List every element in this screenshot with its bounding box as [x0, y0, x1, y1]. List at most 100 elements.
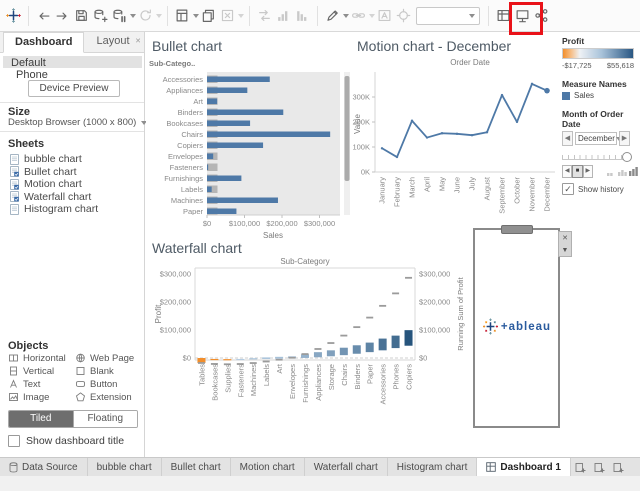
sheet-tab-histogram-chart[interactable]: Histogram chart — [388, 458, 478, 476]
measure-entry[interactable]: Sales — [562, 91, 638, 100]
bullet-bar-art[interactable] — [207, 99, 217, 105]
data-point-september[interactable] — [501, 94, 503, 96]
object-button[interactable]: Button — [75, 378, 117, 390]
clear-sheet-button[interactable] — [218, 3, 237, 29]
bullet-bar-fasteners[interactable] — [207, 165, 208, 171]
size-dropdown[interactable]: Desktop Browser (1000 x 800) — [8, 117, 147, 128]
swap-rows-columns-button[interactable] — [255, 3, 274, 29]
month-prev-button[interactable]: ◀ — [562, 131, 573, 146]
running-sum-mark[interactable] — [250, 362, 257, 364]
waterfall-bar-machines[interactable] — [249, 358, 257, 359]
data-point-may[interactable] — [441, 132, 443, 134]
new-worksheet-tab-button[interactable] — [571, 458, 590, 476]
mark-labels-button[interactable] — [375, 3, 394, 29]
running-sum-mark[interactable] — [302, 353, 309, 355]
chevron-down-icon[interactable]: ▼ — [562, 247, 569, 254]
device-item-phone[interactable]: Phone — [3, 68, 142, 80]
object-blank[interactable]: Blank — [75, 365, 114, 377]
waterfall-bar-supplies[interactable] — [223, 359, 231, 360]
duplicate-sheet-button[interactable] — [199, 3, 218, 29]
waterfall-bar-appliances[interactable] — [314, 352, 322, 357]
save-button[interactable] — [72, 3, 91, 29]
object-image[interactable]: Image — [8, 391, 49, 403]
waterfall-bar-accessories[interactable] — [379, 339, 387, 351]
object-horizontal[interactable]: Horizontal — [8, 352, 66, 364]
floating-button[interactable]: Floating — [73, 411, 138, 427]
bullet-bar-envelopes[interactable] — [207, 154, 213, 160]
running-sum-mark[interactable] — [340, 335, 347, 337]
redo-button[interactable] — [53, 3, 72, 29]
show-dashboard-title-checkbox[interactable] — [8, 435, 20, 447]
bullet-bar-accessories[interactable] — [207, 77, 270, 83]
bullet-bar-copiers[interactable] — [207, 143, 263, 149]
sheet-item-waterfall-chart[interactable]: Waterfall chart — [10, 191, 91, 203]
bullet-bar-appliances[interactable] — [207, 88, 247, 94]
running-sum-mark[interactable] — [379, 305, 386, 307]
undo-button[interactable] — [34, 3, 53, 29]
month-next-button[interactable]: ▶ — [619, 131, 630, 146]
bullet-bar-bookcases[interactable] — [207, 121, 250, 127]
running-sum-mark[interactable] — [327, 342, 334, 344]
data-point-january[interactable] — [381, 147, 383, 149]
tab-dashboard[interactable]: Dashboard — [3, 32, 84, 53]
sheet-item-bullet-chart[interactable]: Bullet chart — [10, 166, 77, 178]
drag-handle[interactable] — [501, 225, 533, 234]
sheet-item-histogram-chart[interactable]: Histogram chart — [10, 203, 98, 215]
sheet-tab-bullet-chart[interactable]: Bullet chart — [162, 458, 231, 476]
new-dashboard-tab-button[interactable] — [590, 458, 609, 476]
data-point-november[interactable] — [531, 83, 533, 85]
tiled-button[interactable]: Tiled — [9, 411, 73, 427]
object-vertical[interactable]: Vertical — [8, 365, 54, 377]
data-point-april[interactable] — [426, 136, 428, 138]
object-extension[interactable]: Extension — [75, 391, 132, 403]
device-item-default[interactable]: Default — [3, 56, 142, 68]
pause-autoupdates-button[interactable] — [110, 3, 129, 29]
stop-button[interactable]: ■ — [572, 165, 582, 178]
sheet-item-motion-chart[interactable]: Motion chart — [10, 178, 82, 190]
sheet-tab-motion-chart[interactable]: Motion chart — [231, 458, 305, 476]
highlight-button[interactable] — [323, 3, 342, 29]
speed-slow-icon[interactable] — [607, 167, 616, 176]
running-sum-mark[interactable] — [263, 361, 270, 363]
waterfall-chart[interactable]: Waterfall chart Sub-Category$0$0$100,000… — [147, 238, 480, 457]
sales-line[interactable] — [382, 84, 547, 157]
object-text[interactable]: Text — [8, 378, 40, 390]
data-point-october[interactable] — [516, 121, 518, 123]
link-button[interactable] — [349, 3, 368, 29]
waterfall-bar-phones[interactable] — [392, 336, 400, 348]
speed-fast-icon[interactable] — [629, 167, 638, 176]
running-sum-mark[interactable] — [198, 362, 205, 364]
scrollbar-thumb[interactable] — [345, 76, 350, 181]
new-worksheet-button[interactable] — [173, 3, 192, 29]
running-sum-mark[interactable] — [276, 359, 283, 361]
waterfall-bar-chairs[interactable] — [340, 348, 348, 355]
bullet-bar-labels[interactable] — [207, 187, 212, 193]
running-sum-mark[interactable] — [366, 317, 373, 319]
motion-chart-plot[interactable]: Order Date0K100K200K300KValueJanuaryFebr… — [352, 36, 562, 236]
waterfall-bar-binders[interactable] — [353, 345, 361, 353]
bullet-bar-chairs[interactable] — [207, 132, 330, 138]
speed-medium-icon[interactable] — [618, 167, 627, 176]
data-point-august[interactable] — [486, 131, 488, 133]
month-slider[interactable] — [562, 151, 632, 161]
step-back-button[interactable]: ◀ — [562, 165, 572, 178]
profit-color-legend[interactable]: Profit -$17,725 $55,618 — [562, 36, 638, 70]
sheet-item-bubble-chart[interactable]: bubble chart — [10, 153, 82, 165]
data-point-june[interactable] — [456, 133, 458, 135]
bullet-chart-plot[interactable]: Sub-Catego..AccessoriesAppliancesArtBind… — [147, 36, 353, 238]
measure-names-legend[interactable]: Measure Names Sales — [562, 79, 638, 100]
fit-select[interactable] — [416, 7, 480, 25]
bullet-chart[interactable]: Bullet chart Sub-Catego..AccessoriesAppl… — [147, 36, 353, 238]
data-point-july[interactable] — [471, 134, 473, 136]
sheet-tab-data-source[interactable]: Data Source — [0, 458, 88, 476]
fix-axes-button[interactable] — [394, 3, 413, 29]
slider-handle[interactable] — [622, 152, 632, 162]
bullet-bar-machines[interactable] — [207, 198, 278, 204]
show-history-checkbox[interactable]: ✓ — [562, 183, 574, 195]
new-story-tab-button[interactable] — [609, 458, 628, 476]
tab-layout[interactable]: Layout — [84, 31, 141, 52]
waterfall-bar-labels[interactable] — [262, 357, 270, 359]
bullet-bar-binders[interactable] — [207, 110, 283, 116]
pane-options-icon[interactable]: ✕ — [135, 37, 141, 45]
run-autoupdate-button[interactable] — [136, 3, 155, 29]
